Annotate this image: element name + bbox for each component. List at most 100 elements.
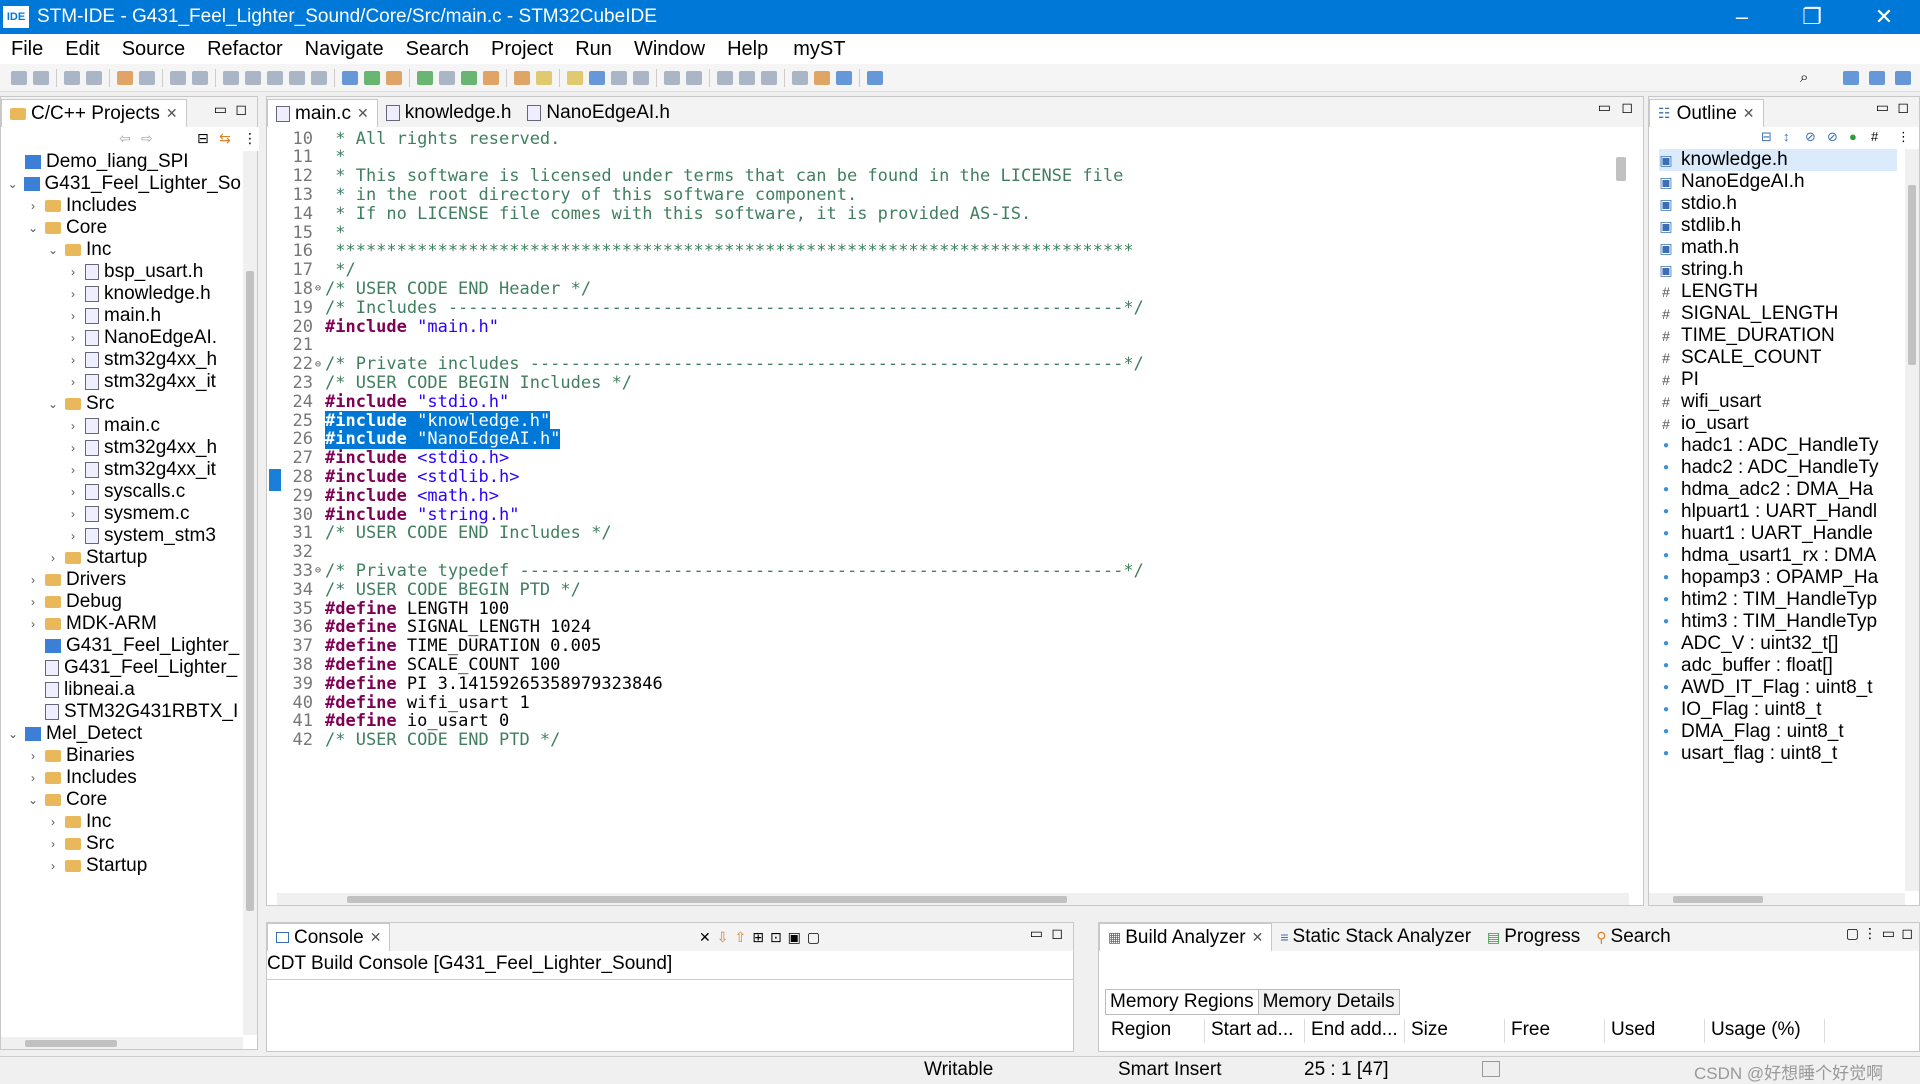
tab-cpp-projects[interactable]: C/C++ Projects ✕: [1, 99, 187, 127]
editor-tab[interactable]: main.c ✕: [267, 99, 378, 127]
toolbar-button-icon[interactable]: [64, 70, 80, 85]
toolbar-button-icon[interactable]: [417, 70, 433, 85]
minimize-console-icon[interactable]: ▭: [1030, 925, 1043, 942]
toolbar-button-icon[interactable]: [192, 70, 208, 85]
tree-item[interactable]: › bsp_usart.h: [1, 261, 241, 283]
chevron-right-icon[interactable]: ›: [47, 551, 59, 565]
tree-item[interactable]: ⌄ Src: [1, 393, 241, 415]
tree-item[interactable]: › Startup: [1, 547, 241, 569]
chevron-right-icon[interactable]: ›: [47, 859, 59, 873]
minimize-editor-icon[interactable]: ▭: [1598, 99, 1611, 116]
toolbar-button-icon[interactable]: [611, 70, 627, 85]
toolbar-button-icon[interactable]: [117, 70, 133, 85]
minimize-outline-icon[interactable]: ▭: [1876, 99, 1889, 116]
forward-icon[interactable]: ⇨: [141, 130, 153, 147]
toolbar-button-icon[interactable]: [483, 70, 499, 85]
toolbar-button-icon[interactable]: [589, 70, 605, 85]
outline-item[interactable]: ▣ stdio.h: [1659, 193, 1897, 215]
chevron-right-icon[interactable]: ›: [27, 771, 39, 785]
tree-item[interactable]: › stm32g4xx_h: [1, 437, 241, 459]
code-line[interactable]: 22 ⊖/* Private includes -----------------…: [267, 354, 1347, 374]
chevron-right-icon[interactable]: ›: [27, 749, 39, 763]
code-line[interactable]: 20 #include "main.h": [267, 317, 1347, 337]
minimize-view-icon[interactable]: ▭: [214, 101, 227, 118]
chevron-right-icon[interactable]: ›: [27, 573, 39, 587]
menu-myst[interactable]: myST: [779, 38, 856, 61]
tree-item[interactable]: G431_Feel_Lighter_: [1, 657, 241, 679]
chevron-right-icon[interactable]: ›: [67, 375, 79, 389]
tree-item[interactable]: › Includes: [1, 195, 241, 217]
code-line[interactable]: 31 /* USER CODE END Includes */: [267, 523, 1347, 543]
chevron-right-icon[interactable]: ›: [47, 837, 59, 851]
toolbar-button-icon[interactable]: [717, 70, 733, 85]
tree-item[interactable]: Demo_liang_SPI: [1, 151, 241, 173]
outline-item[interactable]: # TIME_DURATION: [1659, 325, 1897, 347]
toolbar-button-icon[interactable]: [536, 70, 552, 85]
toolbar-button-icon[interactable]: [267, 70, 283, 85]
code-line[interactable]: 27 #include <stdio.h>: [267, 448, 1347, 468]
toolbar-button-icon[interactable]: [139, 70, 155, 85]
outline-item[interactable]: ● hdma_usart1_rx : DMA: [1659, 545, 1897, 567]
maximize-view-icon[interactable]: ◻: [235, 101, 247, 118]
editor-vscroll[interactable]: [1607, 127, 1637, 891]
hide-fields-icon[interactable]: ⊘: [1805, 129, 1816, 145]
clear-console-icon[interactable]: ✕: [699, 929, 711, 946]
tree-item[interactable]: › Startup: [1, 855, 241, 877]
toolbar-button-icon[interactable]: [386, 70, 402, 85]
editor-tab[interactable]: knowledge.h: [378, 99, 520, 127]
chevron-right-icon[interactable]: ›: [47, 815, 59, 829]
toolbar-button-icon[interactable]: [245, 70, 261, 85]
maximize-outline-icon[interactable]: ◻: [1897, 99, 1909, 116]
new-view-icon[interactable]: ▢: [1846, 925, 1859, 942]
tree-item[interactable]: › main.h: [1, 305, 241, 327]
code-line[interactable]: 23 /* USER CODE BEGIN Includes */: [267, 373, 1347, 393]
outline-item[interactable]: ● adc_buffer : float[]: [1659, 655, 1897, 677]
minimize-button[interactable]: –: [1710, 0, 1774, 34]
maximize-editor-icon[interactable]: ◻: [1621, 99, 1633, 116]
outline-item[interactable]: # SCALE_COUNT: [1659, 347, 1897, 369]
menu-project[interactable]: Project: [480, 38, 564, 61]
tree-item[interactable]: ⌄ G431_Feel_Lighter_So: [1, 173, 241, 195]
display-console-icon[interactable]: ▣: [788, 929, 801, 946]
view-menu-icon[interactable]: ⋮: [1863, 925, 1877, 942]
fold-toggle-icon[interactable]: ⊖: [315, 565, 325, 576]
tree-item[interactable]: › Inc: [1, 811, 241, 833]
chevron-right-icon[interactable]: ›: [67, 309, 79, 323]
tree-item[interactable]: › Src: [1, 833, 241, 855]
chevron-right-icon[interactable]: ›: [67, 441, 79, 455]
toolbar-button-icon[interactable]: [364, 70, 380, 85]
toolbar-button-icon[interactable]: [170, 70, 186, 85]
outline-item[interactable]: ● hdma_adc2 : DMA_Ha: [1659, 479, 1897, 501]
close-icon[interactable]: ✕: [357, 105, 369, 122]
tree-item[interactable]: ⌄ Inc: [1, 239, 241, 261]
projects-hscroll[interactable]: [1, 1037, 243, 1049]
chevron-down-icon[interactable]: ⌄: [7, 177, 18, 191]
outline-item[interactable]: ● usart_flag : uint8_t: [1659, 743, 1897, 765]
editor-tab[interactable]: NanoEdgeAI.h: [519, 99, 678, 127]
code-line[interactable]: 19 /* Includes --------------------------…: [267, 298, 1347, 318]
link-editor-icon[interactable]: ⇆: [219, 130, 231, 147]
code-line[interactable]: 15 *: [267, 223, 1347, 243]
console-vscroll[interactable]: [1059, 981, 1073, 1037]
chevron-right-icon[interactable]: ›: [67, 507, 79, 521]
outline-item[interactable]: ▣ math.h: [1659, 237, 1897, 259]
close-icon[interactable]: ✕: [1743, 105, 1755, 122]
close-icon[interactable]: ✕: [166, 105, 178, 122]
toolbar-button-icon[interactable]: [439, 70, 455, 85]
outline-hscroll[interactable]: [1649, 893, 1905, 905]
tree-item[interactable]: ⌄ Core: [1, 217, 241, 239]
tab-outline[interactable]: ☷ Outline ✕: [1649, 99, 1764, 127]
tree-item[interactable]: › Drivers: [1, 569, 241, 591]
column-header[interactable]: Region: [1105, 1019, 1205, 1043]
column-header[interactable]: End add...: [1305, 1019, 1405, 1043]
menu-window[interactable]: Window: [623, 38, 716, 61]
code-line[interactable]: 36 #define SIGNAL_LENGTH 1024: [267, 617, 1347, 637]
analyzer-tab[interactable]: ▦ Build Analyzer ✕: [1099, 923, 1273, 951]
code-line[interactable]: 25 #include "knowledge.h": [267, 410, 1607, 431]
close-window-button[interactable]: ✕: [1852, 0, 1916, 34]
toolbar-button-icon[interactable]: [633, 70, 649, 85]
collapse-all-icon[interactable]: ⊟: [197, 130, 209, 147]
toolbar-button-icon[interactable]: [686, 70, 702, 85]
projects-vscroll[interactable]: [243, 151, 257, 1035]
column-header[interactable]: Free: [1505, 1019, 1605, 1043]
